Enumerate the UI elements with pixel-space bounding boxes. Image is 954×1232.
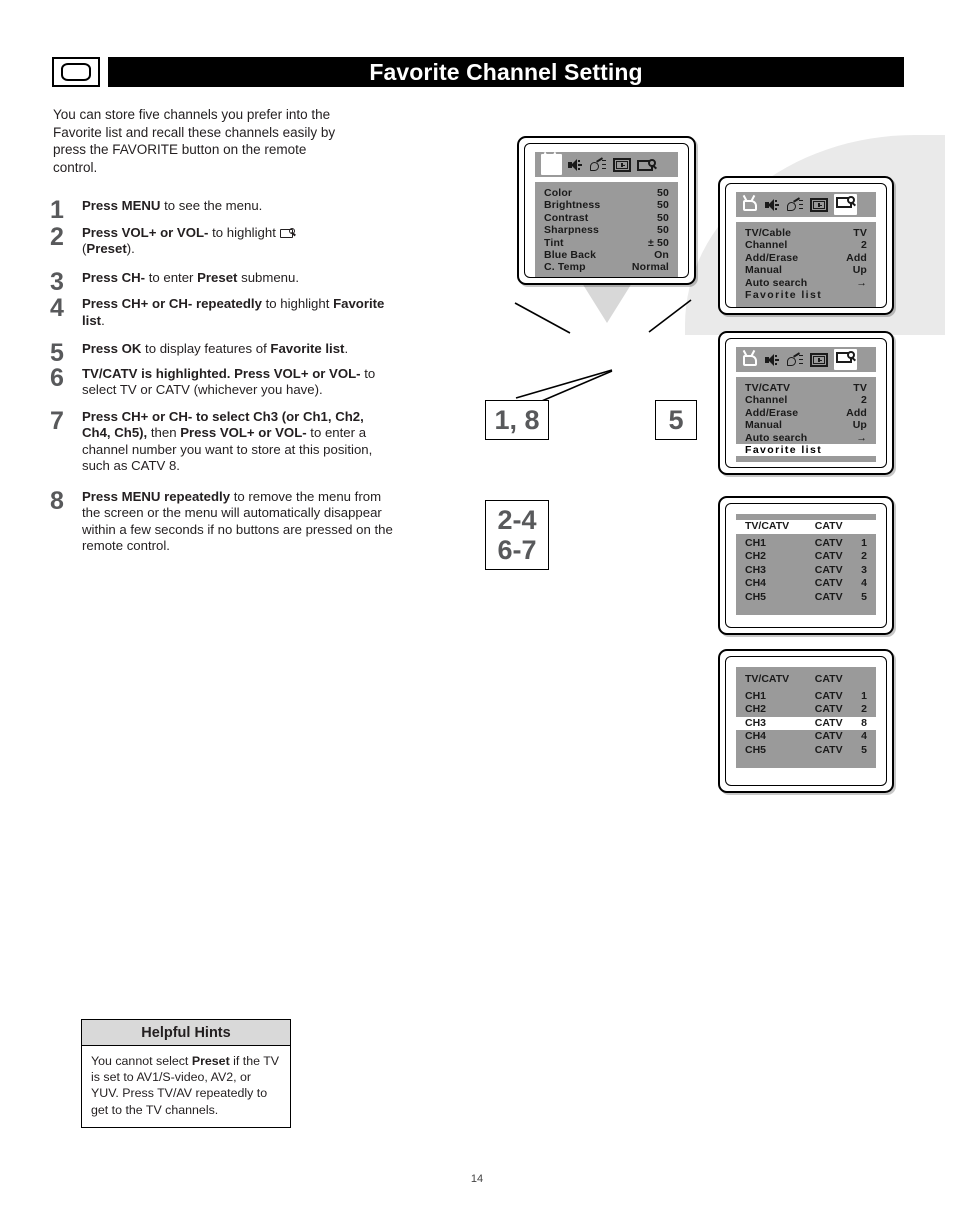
step-2: 2 Press VOL+ or VOL- to highlight (Preset… (50, 222, 395, 258)
header-icon-box (52, 57, 100, 87)
step-number: 4 (50, 294, 64, 322)
step-5: 5 Press OK to display features of Favorit… (50, 341, 395, 366)
helpful-hints-title: Helpful Hints (82, 1020, 290, 1046)
step-6: 6 TV/CATV is highlighted. Press VOL+ or V… (50, 363, 395, 399)
callout-nav-steps: 2-4 6-7 (485, 500, 549, 570)
intro-paragraph: You can store five channels you prefer i… (53, 107, 336, 175)
tv-screen-icon (61, 63, 91, 81)
step-number: 8 (50, 486, 64, 515)
helpful-hints-body: You cannot select Preset if the TV is se… (82, 1046, 290, 1127)
manual-page: Favorite Channel Setting You can store f… (0, 0, 954, 1232)
step-text: Press CH- to enter Preset submenu. (82, 269, 300, 285)
page-header: Favorite Channel Setting (52, 57, 904, 89)
helpful-hints-box: Helpful Hints You cannot select Preset i… (81, 1019, 291, 1128)
step-1: 1 Press MENU to see the menu. (50, 198, 395, 223)
step-4: 4 Press CH+ or CH- repeatedly to highligh… (50, 296, 395, 329)
step-3: 3 Press CH- to enter Preset submenu. (50, 269, 395, 294)
instruction-steps: 1 Press MENU to see the menu. 2 Press VOL+ … (50, 198, 395, 577)
preset-icon (279, 227, 296, 238)
callout-text: 1, 8 (494, 404, 540, 435)
step-8: 8 Press MENU repeatedly to remove the men… (50, 486, 395, 555)
page-title: Favorite Channel Setting (369, 58, 643, 85)
callout-text: 2-4 (497, 505, 537, 535)
step-text: Press OK to display features of Favorite… (82, 341, 349, 356)
page-number: 14 (470, 1173, 484, 1185)
diagram-area: Color 50 Brightness 50 Contrast 50 Sharpness 50… (460, 120, 945, 810)
step-text: TV/CATV is highlighted. Press VOL+ or VO… (82, 365, 376, 398)
step-number: 5 (50, 339, 64, 367)
step-number: 6 (50, 363, 64, 392)
callout-text: 5 (668, 404, 684, 435)
step-number: 3 (50, 267, 64, 296)
step-text: Press VOL+ or VOL- to highlight (Preset)… (82, 225, 395, 258)
step-text: Press CH+ or CH- to select Ch3 (or Ch1, … (82, 408, 373, 474)
step-text: Press MENU repeatedly to remove the menu… (82, 488, 393, 554)
step-7: 7 Press CH+ or CH- to select Ch3 (or Ch1,… (50, 406, 395, 475)
step-number: 7 (50, 406, 64, 435)
callout-ok-step: 5 (655, 400, 697, 440)
step-text: Press MENU to see the menu. (82, 198, 263, 213)
callout-text: 6-7 (497, 535, 537, 565)
step-number: 1 (50, 196, 64, 224)
step-number: 2 (50, 222, 64, 251)
callout-leader-lines (514, 299, 692, 413)
callout-menu-steps: 1, 8 (485, 400, 549, 440)
step-text: Press CH+ or CH- repeatedly to highlight… (82, 296, 385, 328)
